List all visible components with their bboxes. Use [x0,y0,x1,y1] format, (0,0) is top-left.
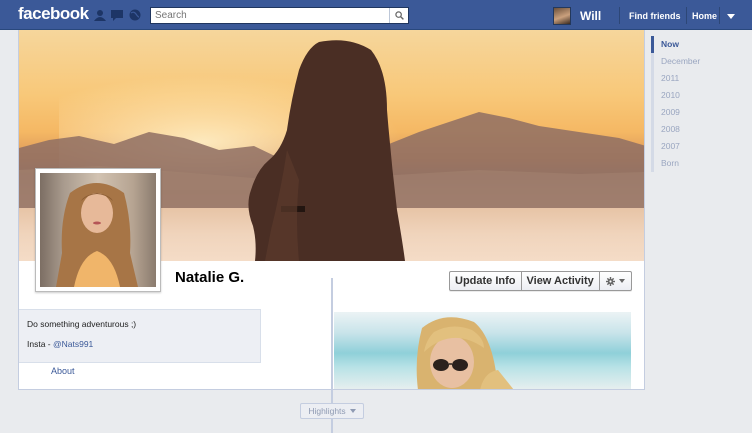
profile-name: Natalie G. [175,269,245,286]
account-menu-arrow-icon[interactable] [727,14,735,19]
instagram-handle-link[interactable]: @Nats991 [53,339,93,349]
highlights-label: Highlights [308,406,346,416]
nav-divider [686,7,687,24]
bio-box: Do something adventurous ;) Insta - @Nat… [19,309,261,363]
timeline-nav-2009[interactable]: 2009 [651,104,741,121]
timeline-nav-2010[interactable]: 2010 [651,87,741,104]
search-box [150,7,409,24]
nav-divider [619,7,620,24]
profile-actions: Update Info View Activity [449,271,632,291]
search-icon [394,11,404,20]
user-avatar[interactable] [553,7,571,25]
facebook-logo[interactable]: facebook [18,4,89,24]
profile-picture[interactable] [35,168,161,292]
gear-icon [605,276,615,286]
search-input[interactable] [151,8,389,23]
find-friends-link[interactable]: Find friends [629,11,681,21]
friend-requests-icon[interactable] [93,9,107,21]
timeline-year-nav: Now December 2011 2010 2009 2008 2007 Bo… [651,36,741,172]
timeline-nav-december[interactable]: December [651,53,741,70]
settings-menu-button[interactable] [600,272,631,290]
about-link[interactable]: About [51,366,75,376]
chevron-down-icon [349,409,356,413]
timeline-nav-born[interactable]: Born [651,155,741,172]
timeline-nav-2008[interactable]: 2008 [651,121,741,138]
photo-top-border [334,308,631,312]
timeline-photo-post[interactable] [334,308,631,389]
top-bar: facebook Will Find friends Home [0,0,752,30]
bio-text: Do something adventurous ;) [27,319,137,329]
timeline-nav-2011[interactable]: 2011 [651,70,741,87]
timeline-nav-2007[interactable]: 2007 [651,138,741,155]
update-info-button[interactable]: Update Info [450,272,522,290]
home-link[interactable]: Home [692,11,717,21]
nav-divider [719,7,720,24]
highlights-dropdown[interactable]: Highlights [300,403,364,419]
search-button[interactable] [389,8,408,23]
chevron-down-icon [618,279,625,283]
profile-portrait-art [56,183,138,287]
timeline-nav-now[interactable]: Now [651,36,741,53]
bio-insta-line: Insta - @Nats991 [27,339,93,349]
profile-photo [40,173,156,287]
bio-insta-label: Insta - [27,339,53,349]
view-activity-button[interactable]: View Activity [522,272,600,290]
user-name-link[interactable]: Will [580,9,601,23]
photo-woman-sunglasses-art [416,317,514,389]
messages-icon[interactable] [110,9,124,21]
notifications-globe-icon[interactable] [128,9,142,21]
